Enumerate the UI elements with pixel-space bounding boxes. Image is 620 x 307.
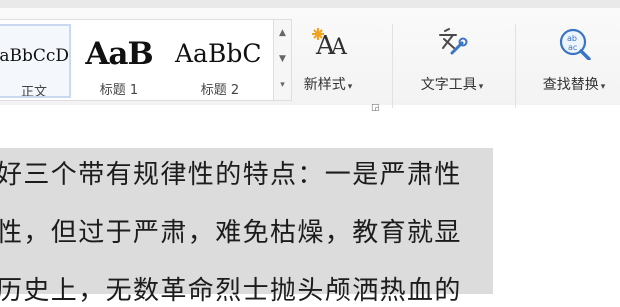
find-replace-icon: ab ac [524, 26, 620, 61]
style-heading-2-sample: AaBbC [175, 39, 262, 68]
window-top-strip [0, 0, 620, 8]
text-tools-label: 文字工具 [420, 77, 477, 93]
style-heading-1-sample: AaB [85, 38, 153, 70]
new-style-dropdown-icon[interactable]: ▾ [348, 82, 353, 92]
toolbar-divider [392, 24, 393, 108]
gallery-scroll-up-button[interactable]: ▲ [274, 20, 291, 46]
document-text-line[interactable]: 性，但过于严肃，难免枯燥，教育就显 [0, 212, 462, 249]
find-replace-label: 查找替换 [542, 77, 599, 93]
style-heading-2-label: 标题 2 [200, 83, 240, 98]
text-tools-label-row: 文字工具 ▾ [400, 74, 504, 94]
ribbon-toolbar: aBbCcD 正文 AaB 标题 1 AaBbC 标题 2 ▲ ▼ ▾ A A [0, 8, 620, 113]
style-normal-sample: aBbCcD [0, 46, 69, 66]
style-gallery-scroller: ▲ ▼ ▾ [274, 19, 292, 101]
style-normal-label: 正文 [20, 85, 47, 98]
text-tools-dropdown-icon[interactable]: ▾ [479, 82, 484, 92]
style-heading-2[interactable]: AaBbC 标题 2 [167, 24, 273, 98]
document-selection-area[interactable]: 好三个带有规律性的特点：一是严肃性 性，但过于严肃，难免枯燥，教育就显 历史上，… [0, 148, 493, 306]
gallery-more-button[interactable]: ▾ [274, 72, 291, 98]
find-replace-dropdown-icon[interactable]: ▾ [601, 82, 606, 92]
style-gallery: aBbCcD 正文 AaB 标题 1 AaBbC 标题 2 [0, 19, 274, 101]
style-heading-1-label: 标题 1 [99, 83, 139, 98]
document-text-line[interactable]: 好三个带有规律性的特点：一是严肃性 [0, 154, 462, 191]
style-dialog-launcher-icon[interactable]: ◲ [371, 104, 380, 113]
svg-text:ac: ac [568, 43, 577, 52]
document-text-line[interactable]: 历史上，无数革命烈士抛头颅洒热血的 [0, 270, 462, 307]
toolbar-divider [515, 24, 516, 108]
gallery-scroll-down-button[interactable]: ▼ [274, 46, 291, 72]
new-style-label: 新样式 [303, 77, 346, 93]
text-tools-icon [400, 26, 504, 56]
find-replace-label-row: 查找替换 ▾ [524, 74, 620, 94]
style-normal[interactable]: aBbCcD 正文 [0, 24, 71, 98]
new-style-icon: A A [298, 26, 358, 61]
svg-text:A: A [330, 35, 348, 58]
svg-text:ab: ab [567, 34, 577, 43]
style-heading-1[interactable]: AaB 标题 1 [73, 24, 165, 98]
new-style-label-row: 新样式 ▾ [298, 74, 358, 94]
